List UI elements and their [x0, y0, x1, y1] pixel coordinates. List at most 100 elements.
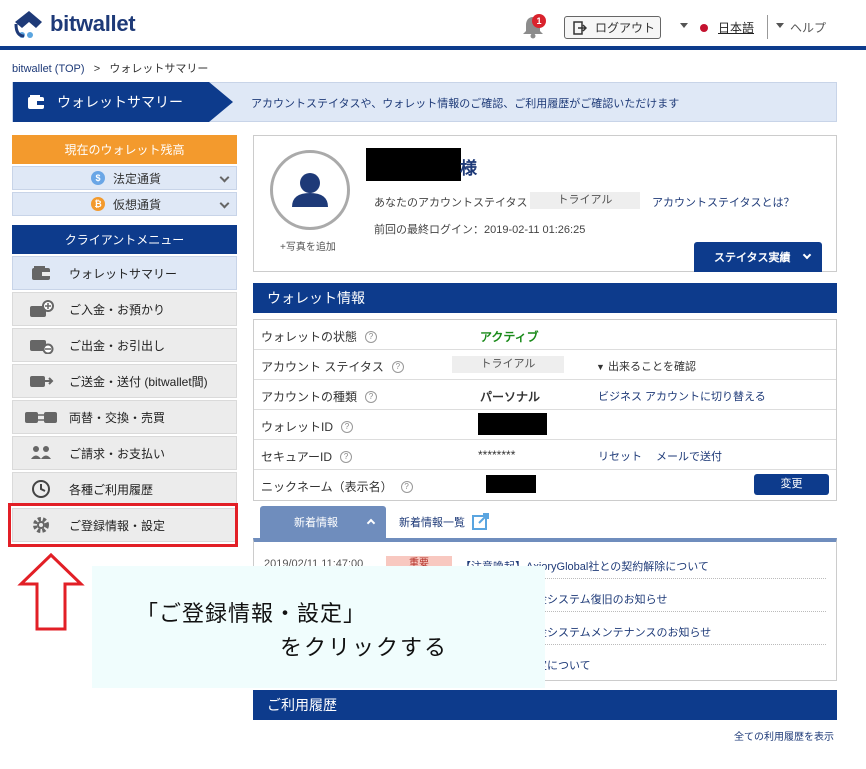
secure-id-reset-link[interactable]: リセット — [598, 448, 642, 464]
wallet-info-table: ウォレットの状態? アクティブ アカウント ステイタス? トライアル ▼ 出来る… — [253, 319, 837, 501]
help-icon[interactable]: ? — [365, 330, 378, 343]
history-icon — [32, 480, 50, 498]
billing-icon — [31, 446, 51, 459]
all-history-link[interactable]: 全ての利用履歴を表示 — [734, 728, 834, 743]
news-tab-label: 新着情報 — [294, 517, 338, 529]
chevron-down-icon — [802, 250, 812, 260]
account-status-row-value: トライアル — [452, 356, 564, 373]
profile-card: +写真を追加 様 あなたのアカウントステイタス トライアル アカウントステイタス… — [253, 135, 837, 272]
exchange-icon — [25, 412, 57, 423]
account-status-row-label: アカウント ステイタス — [261, 360, 384, 374]
dollar-coin-icon: $ — [91, 171, 105, 185]
sidebar-item-billing[interactable]: ご請求・お支払い — [12, 436, 237, 470]
secure-id-value: ******** — [478, 448, 516, 462]
table-row: アカウント ステイタス? トライアル ▼ 出来ることを確認 — [254, 350, 836, 380]
breadcrumb-separator: > — [93, 63, 101, 75]
help-icon[interactable]: ? — [365, 390, 378, 403]
check-capabilities-toggle[interactable]: ▼ 出来ることを確認 — [596, 358, 696, 374]
sidebar-item-label: ウォレットサマリー — [69, 266, 178, 281]
breadcrumb-top-link[interactable]: bitwallet (TOP) — [12, 63, 85, 75]
page-title-text: ウォレットサマリー — [57, 94, 183, 110]
sidebar-item-wallet-summary[interactable]: ウォレットサマリー — [12, 256, 237, 290]
account-status-help-link[interactable]: アカウントステイタスとは？ — [652, 194, 795, 210]
logout-button[interactable]: ログアウト — [564, 16, 661, 39]
client-menu-title: クライアントメニュー — [12, 225, 237, 254]
account-status-label: あなたのアカウントステイタス — [374, 197, 528, 209]
page-description: アカウントステイタスや、ウォレット情報のご確認、ご利用履歴がご確認いただけます — [251, 98, 680, 110]
instruction-callout: 「ご登録情報・設定」 をクリックする — [92, 566, 545, 688]
balance-crypto-label: 仮想通貨 — [113, 197, 162, 212]
callout-line-1: 「ご登録情報・設定」 — [136, 602, 367, 627]
chevron-down-icon — [219, 172, 230, 183]
check-capabilities-label: 出来ることを確認 — [607, 361, 696, 373]
bitwallet-logo-icon — [14, 11, 42, 38]
news-list-label: 新着情報一覧 — [399, 517, 465, 529]
sidebar-item-deposit[interactable]: ご入金・お預かり — [12, 292, 237, 326]
balance-fiat-row[interactable]: $ 法定通貨 — [12, 166, 237, 190]
brand-logo[interactable]: bitwallet — [12, 8, 136, 40]
withdraw-icon — [30, 340, 54, 354]
status-record-button[interactable]: ステイタス実績 — [694, 242, 822, 272]
help-dropdown-caret-icon[interactable] — [776, 23, 784, 28]
help-icon[interactable]: ? — [340, 450, 353, 463]
account-dropdown-caret-icon[interactable] — [680, 23, 688, 28]
help-icon[interactable]: ? — [400, 480, 413, 493]
japan-flag-icon — [700, 23, 708, 32]
chevron-down-icon — [219, 198, 230, 209]
sidebar-item-label: ご送金・送付 (bitwallet間) — [69, 374, 208, 389]
add-photo-link[interactable]: +写真を追加 — [280, 238, 336, 253]
status-record-label: ステイタス実績 — [714, 252, 791, 264]
chevron-down-icon: ▼ — [596, 362, 605, 372]
table-row: ウォレットの状態? アクティブ — [254, 320, 836, 350]
balance-title: 現在のウォレット残高 — [12, 135, 237, 164]
transfer-icon — [30, 376, 54, 387]
sidebar-item-withdraw[interactable]: ご出金・お引出し — [12, 328, 237, 362]
bitcoin-coin-icon: ₿ — [91, 197, 105, 211]
table-row: ニックネーム（表示名）? 変更 — [254, 470, 836, 500]
change-nickname-button[interactable]: 変更 — [754, 474, 829, 495]
news-title[interactable]: 金システムメンテナンスのお知らせ — [536, 624, 711, 640]
last-login-text: 前回の最終ログイン：2019-02-11 01:26:25 — [374, 224, 586, 236]
page-title: ウォレットサマリー — [13, 82, 233, 122]
wallet-id-label: ウォレットID — [261, 420, 334, 434]
language-label: 日本語 — [718, 21, 755, 35]
history-title: ご利用履歴 — [253, 690, 837, 720]
news-title[interactable]: 金システム復旧のお知らせ — [536, 591, 667, 607]
honorific-label: 様 — [460, 159, 477, 178]
deposit-icon — [30, 300, 54, 317]
sidebar-item-label: ご出金・お引出し — [69, 338, 166, 353]
sidebar-item-history[interactable]: 各種ご利用履歴 — [12, 472, 237, 506]
logout-label: ログアウト — [595, 21, 656, 35]
help-icon[interactable]: ? — [391, 360, 404, 373]
breadcrumb: bitwallet (TOP) > ウォレットサマリー — [12, 60, 208, 76]
balance-crypto-row[interactable]: ₿ 仮想通貨 — [12, 192, 237, 216]
wallet-icon — [32, 266, 50, 280]
sidebar-item-exchange[interactable]: 両替・交換・売買 — [12, 400, 237, 434]
page-banner: ウォレットサマリー アカウントステイタスや、ウォレット情報のご確認、ご利用履歴が… — [12, 82, 837, 122]
brand-name: bitwallet — [50, 11, 136, 36]
notification-count-badge: 1 — [532, 14, 546, 28]
news-list-link[interactable]: 新着情報一覧 — [399, 513, 491, 531]
tab-news[interactable]: 新着情報 — [260, 506, 386, 538]
up-arrow-annotation-icon — [17, 552, 85, 631]
help-link[interactable]: ヘルプ — [790, 19, 826, 36]
breadcrumb-current: ウォレットサマリー — [109, 63, 209, 75]
redacted-nickname — [486, 475, 536, 493]
switch-business-link[interactable]: ビジネス アカウントに切り替える — [598, 388, 766, 404]
balance-fiat-label: 法定通貨 — [113, 171, 162, 186]
secure-id-mail-link[interactable]: メールで送付 — [656, 448, 722, 464]
avatar[interactable] — [270, 150, 350, 230]
sidebar-item-label: ご入金・お預かり — [69, 302, 166, 317]
sidebar-item-transfer[interactable]: ご送金・送付 (bitwallet間) — [12, 364, 237, 398]
header-divider — [767, 15, 768, 39]
table-row: ウォレットID? — [254, 410, 836, 440]
chevron-up-icon — [366, 518, 376, 528]
sidebar-item-label: 各種ご利用履歴 — [69, 482, 154, 497]
callout-line-2: をクリックする — [280, 636, 449, 661]
language-selector[interactable]: 日本語 — [700, 19, 754, 36]
account-status-badge: トライアル — [530, 192, 640, 209]
wallet-state-label: ウォレットの状態 — [261, 330, 358, 344]
wallet-icon — [28, 95, 44, 109]
help-icon[interactable]: ? — [341, 420, 354, 433]
external-link-icon — [472, 513, 489, 530]
